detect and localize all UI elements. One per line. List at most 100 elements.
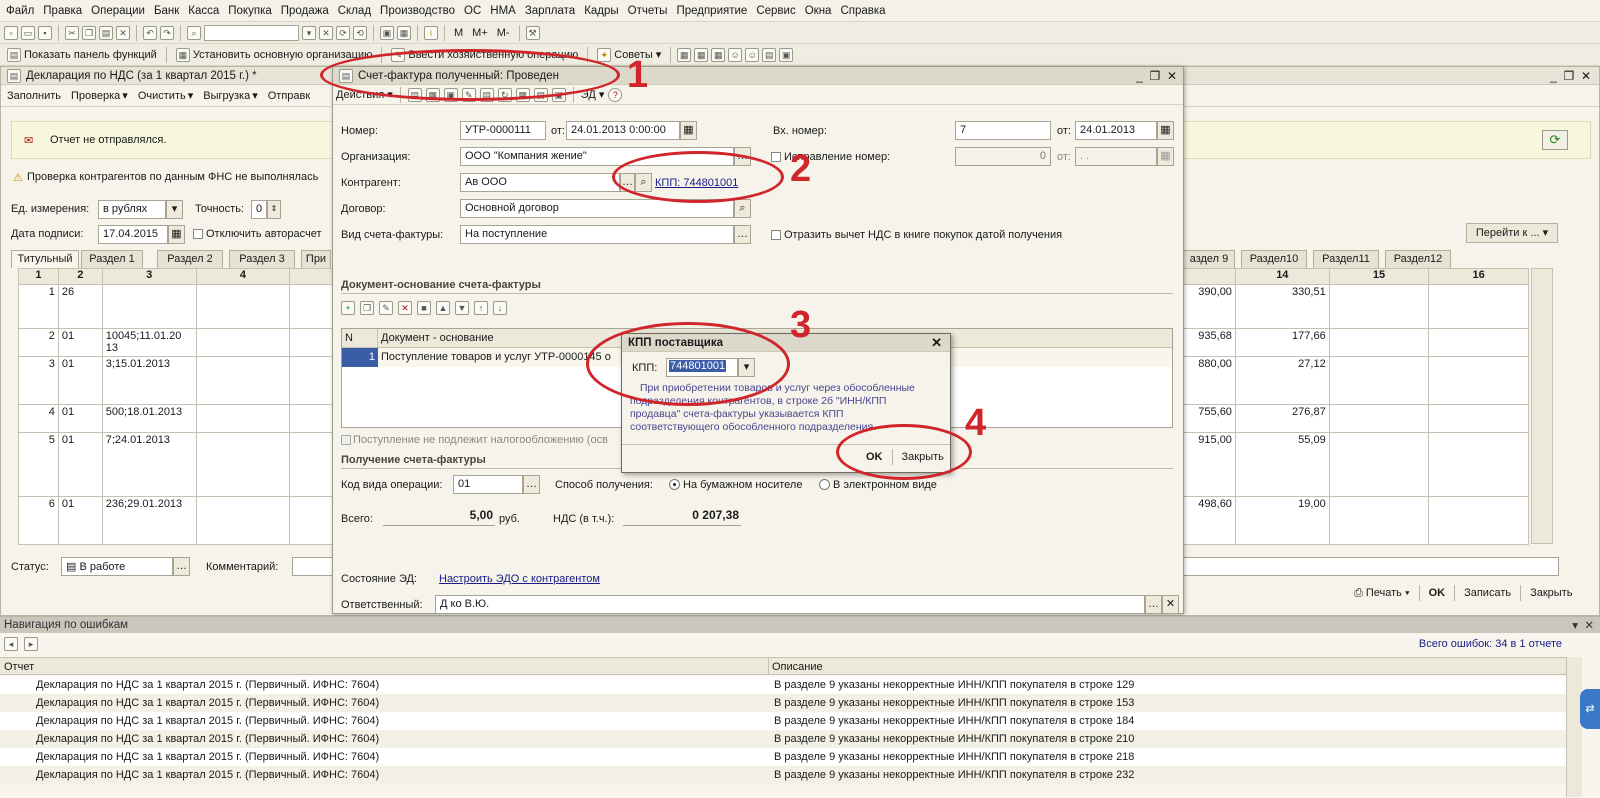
comment-input-right[interactable] xyxy=(1183,557,1559,576)
invoice-window-controls[interactable]: _ ❐ ✕ xyxy=(1136,69,1177,83)
not-taxed-checkbox[interactable] xyxy=(341,435,351,445)
grid-row[interactable]: 4 01 500;18.01.2013 xyxy=(18,404,336,433)
menu-item[interactable]: Кадры xyxy=(584,5,618,17)
sort-desc-icon[interactable]: ↓ xyxy=(493,301,507,315)
kpp-dialog-close-icon[interactable]: ✕ xyxy=(931,335,942,351)
edit-row-icon[interactable]: ✎ xyxy=(379,301,393,315)
deduct-checkbox[interactable] xyxy=(771,230,781,240)
responsible-clear-icon[interactable]: ✕ xyxy=(1162,595,1179,614)
unit-select[interactable]: в рублях xyxy=(98,200,166,219)
decl-tool-button[interactable]: Отправк xyxy=(268,90,310,102)
menu-item[interactable]: Отчеты xyxy=(628,5,668,17)
grid-cell[interactable] xyxy=(1428,356,1529,405)
delete-icon[interactable]: ✕ xyxy=(116,25,130,40)
grid-cell[interactable]: 01 xyxy=(57,496,103,545)
grid-cell[interactable]: 3 xyxy=(18,356,59,405)
users-icon[interactable]: ☺ xyxy=(728,47,743,62)
move-up-icon[interactable]: ▲ xyxy=(436,301,450,315)
calc-icon[interactable]: ▦ xyxy=(397,25,411,40)
grid-cell[interactable] xyxy=(1428,328,1529,357)
info-icon[interactable]: i xyxy=(424,25,438,40)
report-icon-1[interactable]: ▦ xyxy=(677,47,692,62)
errors-close-icon[interactable]: ✕ xyxy=(1584,618,1594,632)
errors-prev-icon[interactable]: ◂ xyxy=(4,637,18,651)
grid-cell[interactable]: 2 xyxy=(18,328,59,357)
error-row[interactable]: Декларация по НДС за 1 квартал 2015 г. (… xyxy=(0,676,1566,694)
unit-dropdown-icon[interactable]: ▾ xyxy=(166,200,183,219)
error-row[interactable]: Декларация по НДС за 1 квартал 2015 г. (… xyxy=(0,694,1566,712)
grid-cell[interactable] xyxy=(1328,328,1430,357)
kind-input[interactable]: На поступление xyxy=(460,225,734,244)
grid-cell[interactable] xyxy=(195,284,291,329)
grid-cell[interactable] xyxy=(1328,432,1430,497)
in-number-input[interactable]: 7 xyxy=(955,121,1051,140)
tab-section10[interactable]: Раздел10 xyxy=(1241,250,1307,268)
grid-cell[interactable] xyxy=(195,356,291,405)
clear-search-icon[interactable]: ✕ xyxy=(319,25,333,40)
menu-item[interactable]: ОС xyxy=(464,5,481,17)
move-down-icon[interactable]: ▼ xyxy=(455,301,469,315)
grid-cell[interactable]: 01 xyxy=(57,356,103,405)
precision-spinner[interactable]: ⇕ xyxy=(267,200,281,219)
cut-icon[interactable]: ✂ xyxy=(65,25,79,40)
status-select-button[interactable]: … xyxy=(173,557,190,576)
printer-icon[interactable]: ▤ xyxy=(762,47,777,62)
grid-row[interactable]: 880,00 27,12 xyxy=(1183,356,1529,405)
grid-cell[interactable] xyxy=(195,432,291,497)
tab-section3[interactable]: Раздел 3 xyxy=(229,250,295,268)
in-date-input[interactable]: 24.01.2013 xyxy=(1075,121,1157,140)
menu-item[interactable]: Сервис xyxy=(756,5,795,17)
menu-item[interactable]: Продажа xyxy=(281,5,329,17)
tab-section12[interactable]: Раздел12 xyxy=(1385,250,1451,268)
grid-cell[interactable] xyxy=(195,404,291,433)
sign-date-input[interactable]: 17.04.2015 xyxy=(98,225,168,244)
errors-pin-icon[interactable]: ▾ xyxy=(1572,618,1578,632)
grid-row[interactable]: 1 26 xyxy=(18,284,336,329)
grid-cell[interactable]: 935,68 xyxy=(1183,328,1236,357)
grid-cell[interactable]: 236;29.01.2013 xyxy=(101,496,197,545)
number-input[interactable]: УТР-0000111 xyxy=(460,121,546,140)
grid-cell[interactable] xyxy=(1328,356,1430,405)
grid-cell[interactable] xyxy=(1428,404,1529,433)
end-edit-icon[interactable]: ■ xyxy=(417,301,431,315)
error-row[interactable]: Декларация по НДС за 1 квартал 2015 г. (… xyxy=(0,712,1566,730)
grid-cell[interactable] xyxy=(1428,284,1529,329)
undo-icon[interactable]: ↶ xyxy=(143,25,157,40)
precision-input[interactable]: 0 xyxy=(251,200,267,219)
grid-row[interactable]: 2 01 10045;11.01.20 13 xyxy=(18,328,336,357)
grid-cell[interactable]: 6 xyxy=(18,496,59,545)
grid-cell[interactable] xyxy=(289,284,336,329)
show-panel-button[interactable]: ▤ Показать панель функций xyxy=(4,47,160,63)
tab-title[interactable]: Титульный xyxy=(11,250,79,268)
grid-cell[interactable]: 880,00 xyxy=(1183,356,1236,405)
settings-icon[interactable]: ▣ xyxy=(779,47,794,62)
tab-section11[interactable]: Раздел11 xyxy=(1313,250,1379,268)
menu-item[interactable]: Справка xyxy=(840,5,885,17)
errors-next-icon[interactable]: ▸ xyxy=(24,637,38,651)
autocalc-checkbox[interactable] xyxy=(193,229,203,239)
error-row[interactable]: Декларация по НДС за 1 квартал 2015 г. (… xyxy=(0,730,1566,748)
grid-cell[interactable] xyxy=(289,356,336,405)
windows-icon[interactable]: ▣ xyxy=(380,25,394,40)
grid-cell[interactable]: 500;18.01.2013 xyxy=(101,404,197,433)
sort-asc-icon[interactable]: ↑ xyxy=(474,301,488,315)
declaration-window-controls[interactable]: _ ❐ ✕ xyxy=(1550,69,1591,83)
responsible-input[interactable]: Д ко В.Ю. xyxy=(435,595,1145,614)
grid-cell[interactable]: 26 xyxy=(57,284,103,329)
error-row[interactable]: Декларация по НДС за 1 квартал 2015 г. (… xyxy=(0,748,1566,766)
grid-cell[interactable] xyxy=(289,404,336,433)
correction-date-input[interactable]: . . xyxy=(1075,147,1157,166)
print-button[interactable]: ⎙ Печать ▾ xyxy=(1354,587,1410,600)
grid-cell[interactable] xyxy=(1328,284,1430,329)
grid-cell[interactable]: 177,66 xyxy=(1234,328,1330,357)
memory-minus-button[interactable]: M- xyxy=(494,26,513,40)
grid-cell[interactable]: 3;15.01.2013 xyxy=(101,356,197,405)
date-input[interactable]: 24.01.2013 0:00:00 xyxy=(566,121,680,140)
find-next-icon[interactable]: ⟳ xyxy=(336,25,350,40)
refresh-icon[interactable]: ⟳ xyxy=(1542,130,1568,150)
declaration-grid-right[interactable]: 14 15 16 390,00 330,51 935,68 177,66 880,00 2… xyxy=(1183,268,1529,545)
decl-status-field[interactable]: ▤ В работе xyxy=(61,557,173,576)
grid-row[interactable]: 3 01 3;15.01.2013 xyxy=(18,356,336,405)
paper-radio[interactable] xyxy=(669,479,680,490)
users2-icon[interactable]: ☺ xyxy=(745,47,760,62)
